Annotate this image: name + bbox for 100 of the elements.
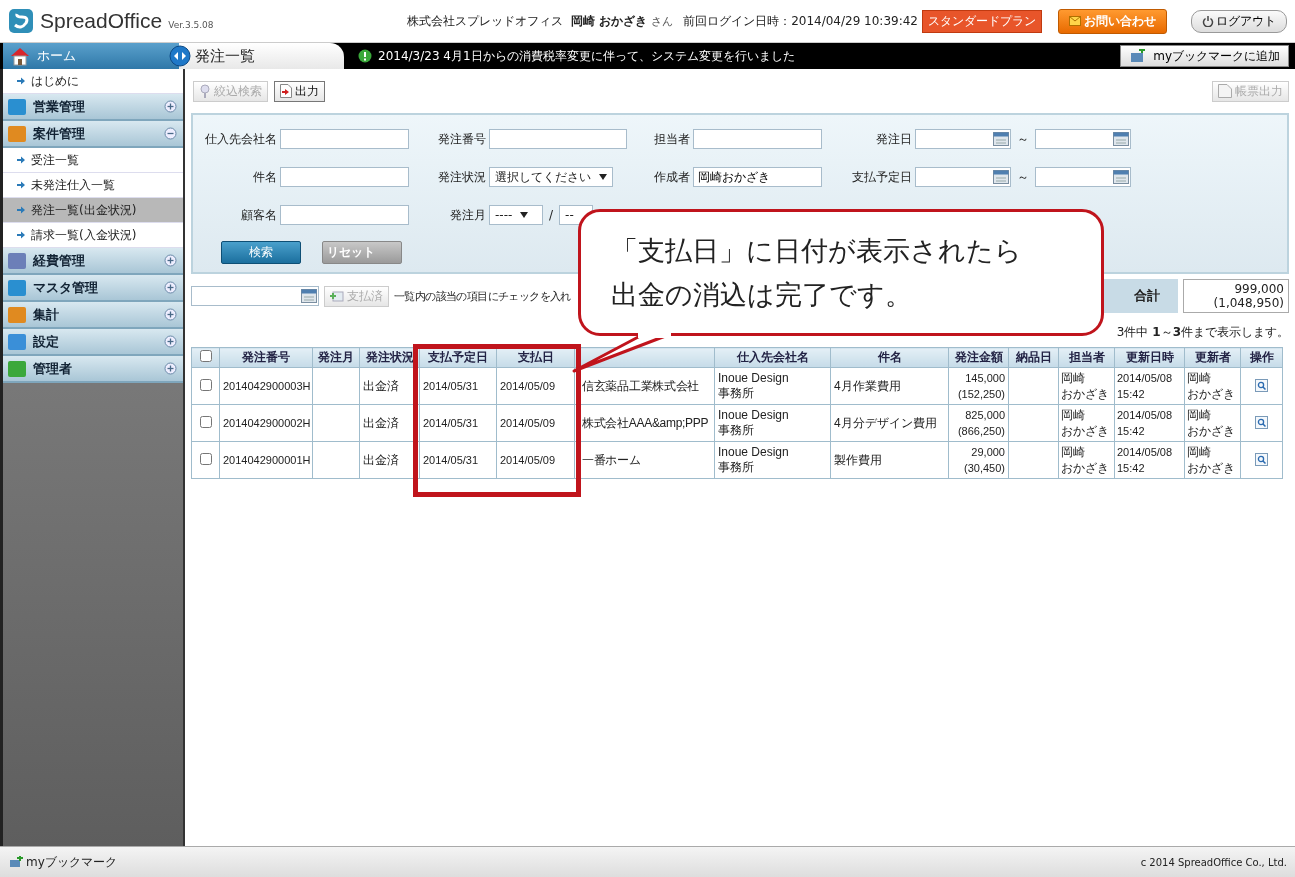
search-button[interactable]: 検索 [221, 241, 301, 264]
user-name: 岡崎 おかざき [570, 12, 648, 30]
sidebar-section[interactable]: 管理者 [3, 356, 183, 383]
field-label: 発注日 [875, 130, 912, 148]
sidebar-section[interactable]: 案件管理 [3, 121, 183, 148]
table-cell: 2014042900001H [223, 454, 311, 466]
logo-text: SpreadOffice [40, 9, 163, 33]
logo-icon [8, 8, 34, 34]
calendar-icon [1113, 132, 1129, 146]
sidebar-link[interactable]: 未発注仕入一覧 [3, 173, 183, 198]
table-cell: 岡崎 [1061, 407, 1085, 423]
expand-icon [164, 281, 177, 294]
callout-text: 「支払日」に日付が表示されたら [611, 233, 1022, 268]
column-header: 更新日時 [1114, 347, 1185, 368]
calendar-icon [993, 132, 1009, 146]
view-button[interactable] [1255, 378, 1268, 392]
honorific-text: さん [651, 13, 674, 29]
hint-text: 一覧内の該当の項目にチェックを入れ [394, 288, 571, 304]
table-cell: おかざき [1187, 460, 1235, 476]
pager-text: 3件中 1～3件まで表示します。 [1116, 325, 1289, 339]
table-cell: 株式会社AAA&amp;PPP [582, 415, 709, 430]
table-cell: 2014/05/09 [500, 380, 556, 392]
sidebar-link[interactable]: 請求一覧(入金状況) [3, 223, 183, 248]
table-cell: 4月分デザイン費用 [834, 415, 937, 430]
expand-icon [164, 335, 177, 348]
column-header: 発注月 [312, 347, 360, 368]
column-header: 納品日 [1008, 347, 1059, 368]
list-plus-icon [330, 290, 344, 302]
total-value: 999,000 (1,048,950) [1183, 279, 1289, 313]
date-field[interactable] [1035, 129, 1131, 149]
date-field[interactable] [915, 167, 1011, 187]
input-field[interactable] [280, 129, 409, 149]
alert-icon [358, 49, 372, 63]
home-tab[interactable]: ホーム [3, 43, 179, 69]
bookmark-link[interactable]: myブックマーク [8, 853, 117, 871]
expand-icon [164, 362, 177, 375]
date-field[interactable] [191, 286, 319, 306]
document-arrow-icon [280, 84, 292, 98]
sidebar-link[interactable]: 発注一覧(出金状況) [3, 198, 183, 223]
table-cell-text: 145,000 (152,250) [956, 371, 1005, 402]
date-field[interactable] [1035, 167, 1131, 187]
table-cell: 2014/05/09 [500, 417, 556, 429]
magnifier-document-icon [1255, 452, 1268, 466]
row-checkbox[interactable] [199, 379, 212, 391]
table-cell: おかざき [1061, 460, 1109, 476]
input-field[interactable] [280, 205, 409, 225]
sidebar-section[interactable]: 集計 [3, 302, 183, 329]
table-cell: Inoue Design 事務所 [718, 407, 789, 437]
row-checkbox[interactable] [199, 453, 212, 465]
table-cell: 製作費用 [834, 452, 882, 467]
select-all-checkbox[interactable] [199, 350, 212, 362]
logout-button[interactable]: ログアウト [1191, 9, 1287, 33]
field-label: 支払予定日 [851, 168, 912, 186]
table-cell-text: 29,000 (30,450) [963, 445, 1005, 476]
field-label: 件名 [252, 168, 277, 186]
version-text: Ver.3.5.08 [168, 20, 214, 30]
bookmark-button[interactable]: myブックマークに追加 [1120, 45, 1289, 67]
export-button[interactable]: 出力 [274, 80, 325, 102]
table-cell-text: 825,000 (866,250) [956, 408, 1005, 439]
section-icon [7, 97, 27, 116]
year-dropdown[interactable]: ---- [489, 205, 543, 225]
row-checkbox[interactable] [199, 416, 212, 428]
view-button[interactable] [1255, 452, 1268, 466]
sidebar-section[interactable]: 営業管理 [3, 94, 183, 121]
table-cell: 出金済 [363, 452, 399, 467]
table-cell: 一番ホーム [582, 452, 641, 467]
sidebar-link[interactable]: はじめに [3, 69, 183, 94]
input-field[interactable] [280, 167, 409, 187]
sidebar-section[interactable]: 設定 [3, 329, 183, 356]
input-field[interactable]: 岡崎おかざき [693, 167, 822, 187]
section-icon [7, 332, 27, 351]
date-separator: / [549, 208, 554, 222]
table-cell: 2014042900003H [223, 380, 311, 392]
arrow-icon [17, 77, 25, 85]
date-field[interactable] [915, 129, 1011, 149]
table-cell: 2014/05/31 [423, 454, 479, 466]
document-icon [1218, 84, 1232, 98]
notice-text: 2014/3/23 4月1日からの消費税率変更に伴って、システム変更を行いました [378, 47, 795, 65]
calendar-icon [1113, 170, 1129, 184]
sidebar-section[interactable]: マスタ管理 [3, 275, 183, 302]
input-field[interactable] [489, 129, 627, 149]
column-header: 仕入先会社名 [714, 347, 831, 368]
expand-icon [164, 100, 177, 113]
table-cell: おかざき [1187, 386, 1235, 402]
dropdown-arrow-icon [520, 212, 529, 218]
sidebar-link[interactable]: 受注一覧 [3, 148, 183, 173]
column-header: 担当者 [1058, 347, 1115, 368]
input-field[interactable] [693, 129, 822, 149]
expand-icon [164, 254, 177, 267]
sidebar-section[interactable]: 経費管理 [3, 248, 183, 275]
table-cell: おかざき [1061, 423, 1109, 439]
expand-icon [164, 308, 177, 321]
status-dropdown[interactable]: 選択してください [489, 167, 613, 187]
column-header: 更新者 [1184, 347, 1241, 368]
magnifier-document-icon [1255, 415, 1268, 429]
column-header: 発注金額 [948, 347, 1009, 368]
view-button[interactable] [1255, 415, 1268, 429]
section-icon [7, 359, 27, 378]
last-login-text: 前回ログイン日時：2014/04/29 10:39:42 [683, 12, 918, 30]
table-cell: 岡崎 [1187, 370, 1211, 386]
